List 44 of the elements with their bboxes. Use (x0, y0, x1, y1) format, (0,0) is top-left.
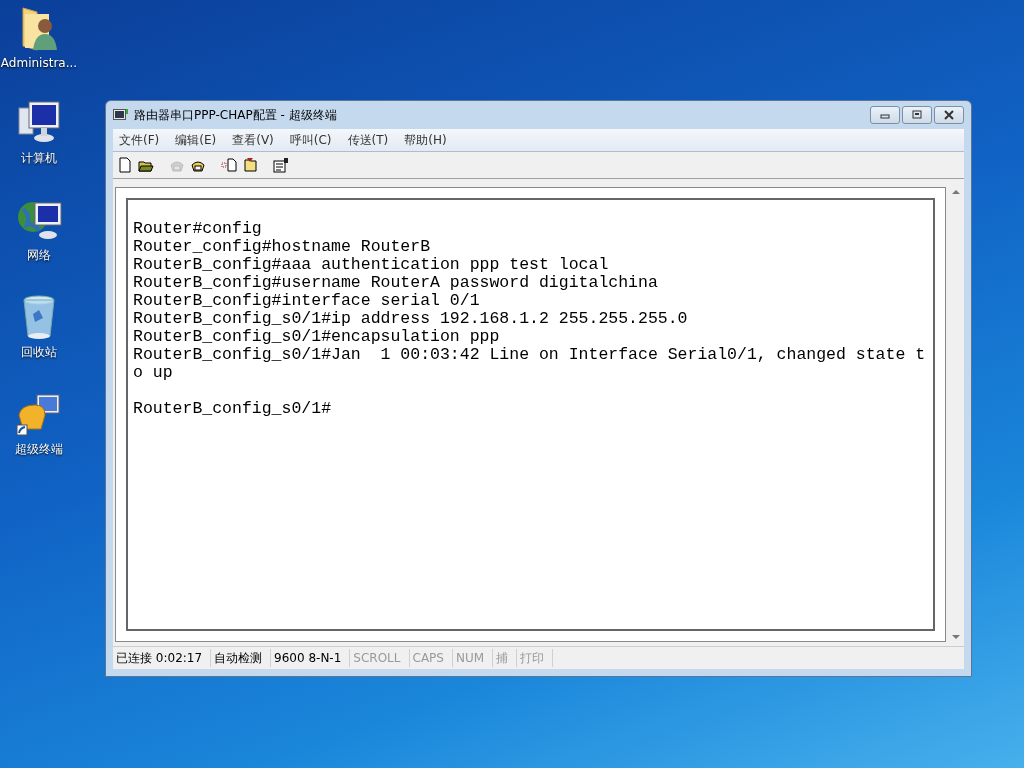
menu-item[interactable]: 编辑(E) (175, 131, 217, 149)
menu-item[interactable]: 文件(F) (119, 131, 160, 149)
status-field: 自动检测 (211, 649, 272, 667)
status-field: CAPS (409, 649, 453, 667)
minimize-icon (879, 111, 891, 119)
terminal-line: RouterB_config#username RouterA password digitalchina (133, 274, 659, 292)
terminal-line: Router_config#hostname RouterB (133, 238, 432, 256)
status-field: SCROLL (350, 649, 410, 667)
terminal-line: RouterB_config_s0/1# (133, 400, 333, 418)
maximize-button[interactable] (902, 106, 932, 124)
close-button[interactable] (934, 106, 964, 124)
menu-item[interactable]: 呼叫(C) (289, 131, 332, 149)
menu-item[interactable]: 查看(V) (232, 131, 274, 149)
terminal-line: RouterB_config#aaa authentication ppp test local (133, 256, 610, 274)
desktop-icon-label[interactable]: 回收站 (21, 344, 57, 361)
terminal-app-icon (113, 108, 129, 122)
new-file-icon[interactable] (117, 157, 133, 173)
desktop-icon-label[interactable]: 计算机 (21, 150, 57, 167)
terminal-screen[interactable] (115, 187, 946, 642)
receive-file-icon[interactable] (242, 157, 258, 173)
status-field: 打印 (517, 649, 554, 667)
terminal-line: RouterB_config_s0/1#ip address 192.168.1.2 255.255.255.0 (133, 310, 689, 328)
desktop-icon-label[interactable]: Administra... (0, 56, 78, 70)
menu-item[interactable]: 帮助(H) (404, 131, 447, 149)
terminal-line: Router#config (133, 220, 263, 238)
terminal-line: o up (133, 364, 174, 382)
status-field: 已连接 0:02:17 (113, 649, 212, 667)
desktop-icon-label[interactable]: 超级终端 (15, 441, 63, 458)
scroll-up-icon[interactable] (952, 189, 960, 195)
minimize-button[interactable] (870, 106, 900, 124)
maximize-icon (911, 110, 923, 120)
status-field: 9600 8-N-1 (271, 649, 351, 667)
send-file-icon[interactable] (221, 157, 237, 173)
close-icon (943, 110, 955, 120)
menu-item[interactable]: 传送(T) (347, 131, 389, 149)
status-field: NUM (452, 649, 494, 667)
terminal-line: RouterB_config_s0/1#encapsulation ppp (133, 328, 501, 346)
window-title: 路由器串口PPP-CHAP配置 - 超级终端 (134, 106, 337, 124)
status-field: 捕 (493, 649, 518, 667)
scroll-down-icon[interactable] (952, 634, 960, 640)
terminal-line: RouterB_config_s0/1#Jan 1 00:03:42 Line on Interface Serial0/1, changed state t (133, 346, 927, 364)
terminal-line: RouterB_config#interface serial 0/1 (133, 292, 481, 310)
properties-icon[interactable] (273, 157, 289, 173)
desktop-icon-label[interactable]: 网络 (27, 247, 51, 264)
